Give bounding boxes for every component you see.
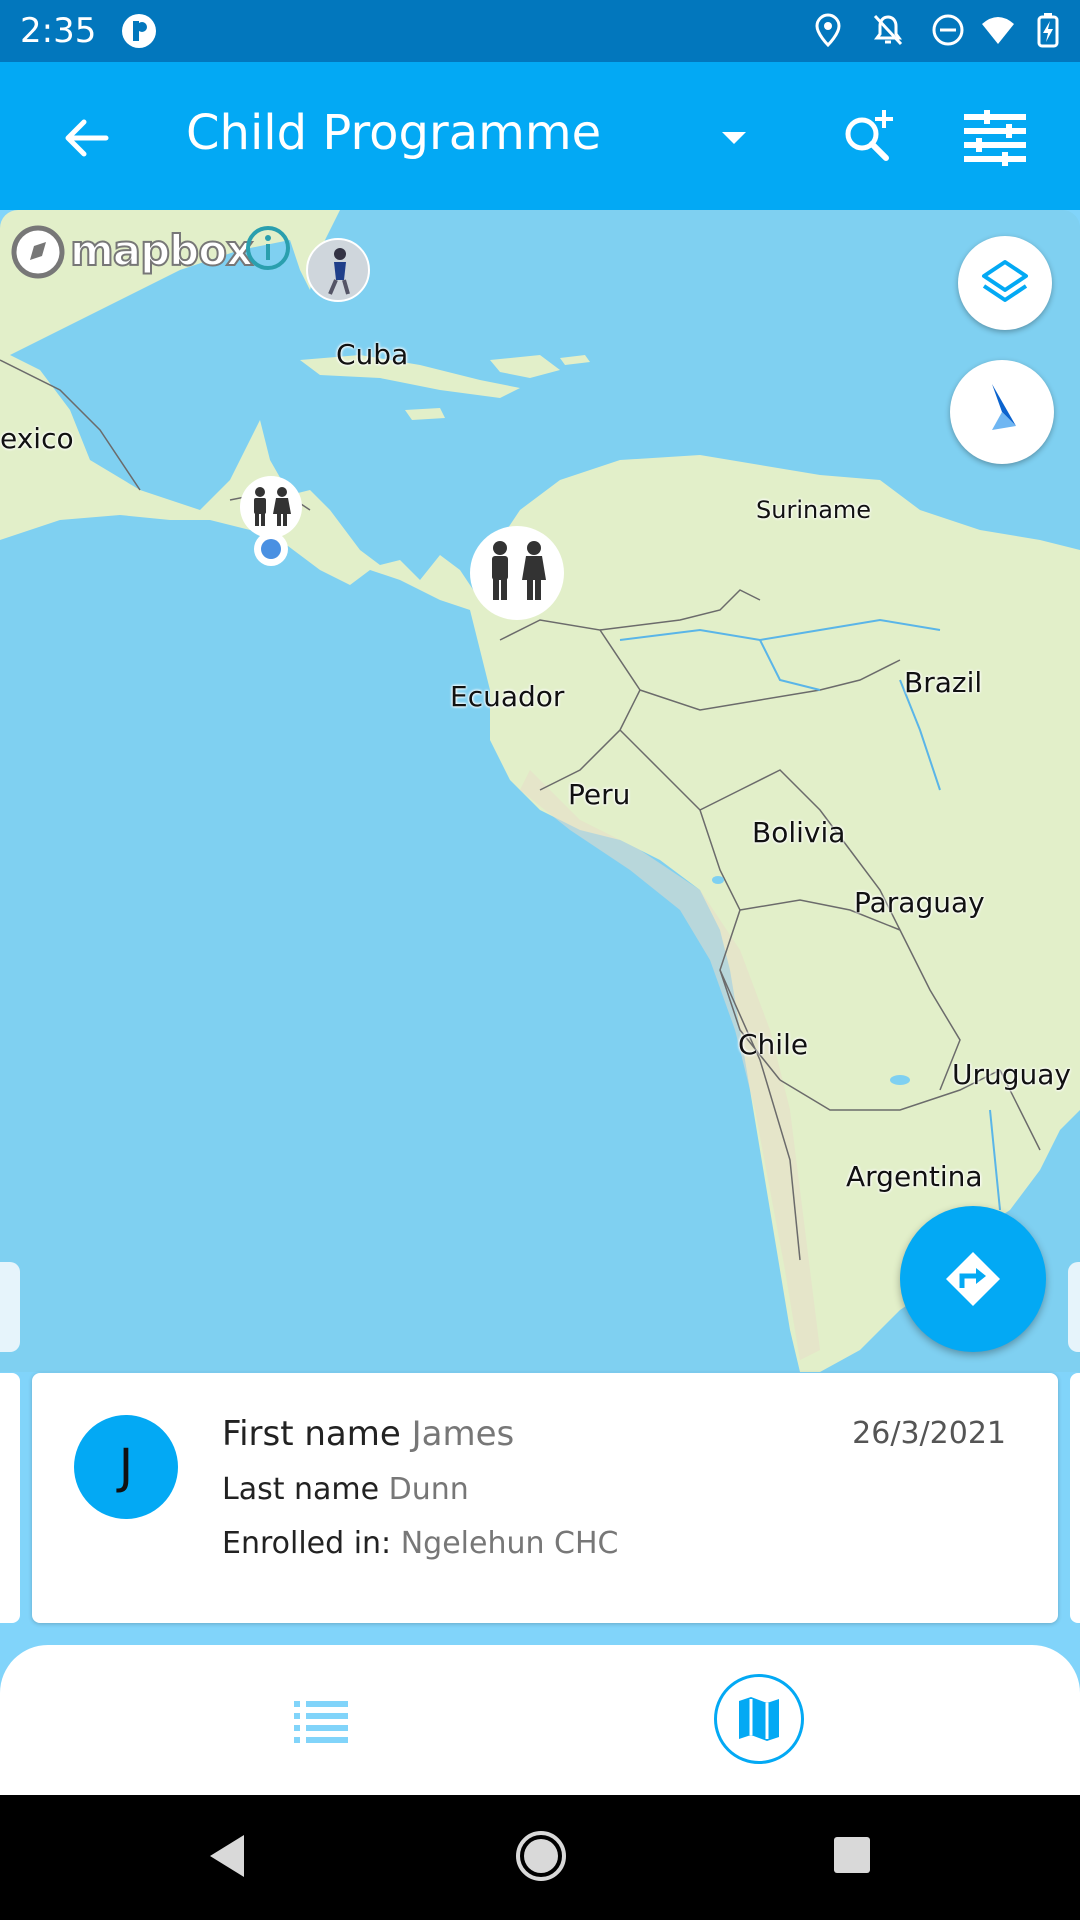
card-date: 26/3/2021 <box>852 1416 1006 1451</box>
person-photo-icon <box>328 248 350 295</box>
dropdown-arrow-icon[interactable] <box>718 122 750 154</box>
system-navigation-bar <box>0 1795 1080 1920</box>
do-not-disturb-icon <box>932 14 964 46</box>
battery-charging-icon <box>1037 13 1059 48</box>
map-view[interactable]: Cuba exico Suriname Brazil Ecuador Peru … <box>0 210 1080 1372</box>
system-recents-icon[interactable] <box>830 1833 874 1877</box>
map-view-tab[interactable] <box>714 1674 804 1764</box>
enrolled-value: Ngelehun CHC <box>400 1526 619 1561</box>
map-label-mexico: exico <box>0 422 74 455</box>
map-label-chile: Chile <box>738 1028 809 1061</box>
people-icon <box>254 487 291 526</box>
program-title[interactable]: Child Programme <box>186 104 601 162</box>
map-label-suriname: Suriname <box>756 496 872 524</box>
map-label-ecuador: Ecuador <box>450 680 565 713</box>
tei-marker-large[interactable] <box>470 526 564 620</box>
avatar: J <box>74 1415 178 1519</box>
app-notification-icon <box>122 14 156 48</box>
compass-icon <box>992 384 1016 430</box>
list-view-tab[interactable] <box>270 1675 370 1765</box>
first-name-label: First name <box>222 1414 401 1454</box>
map-label-paraguay: Paraguay <box>854 886 985 919</box>
people-icon <box>492 541 546 600</box>
bottom-navigation <box>0 1645 1080 1795</box>
tei-card[interactable]: J First name James Last name Dunn Enroll… <box>32 1373 1058 1623</box>
status-bar: 2:35 <box>0 0 1080 62</box>
directions-icon <box>946 1252 1000 1306</box>
compass-button[interactable] <box>950 360 1054 464</box>
system-back-icon[interactable] <box>202 1831 252 1881</box>
last-name-row: Last name Dunn <box>222 1471 469 1509</box>
notifications-off-icon <box>873 14 903 46</box>
lake-marker <box>890 1075 910 1085</box>
enrolled-label: Enrolled in: <box>222 1526 392 1561</box>
map-label-peru: Peru <box>568 778 631 811</box>
navigate-button[interactable] <box>900 1206 1046 1352</box>
map-label-brazil: Brazil <box>904 666 983 699</box>
map-layers-button[interactable] <box>958 236 1052 330</box>
search-add-icon[interactable] <box>836 104 902 170</box>
last-name-value: Dunn <box>388 1472 469 1507</box>
system-home-icon[interactable] <box>514 1829 568 1883</box>
status-time: 2:35 <box>20 11 97 51</box>
wifi-icon <box>982 17 1014 44</box>
tei-marker[interactable] <box>240 476 302 538</box>
previous-card[interactable] <box>0 1373 20 1623</box>
first-name-row: First name James <box>222 1415 514 1453</box>
map-label-argentina: Argentina <box>846 1160 983 1193</box>
map-icon <box>739 1697 779 1741</box>
location-icon <box>815 13 841 48</box>
next-card[interactable] <box>1070 1373 1080 1623</box>
mapbox-logo-icon <box>11 225 65 279</box>
next-card-peek-top[interactable] <box>1068 1262 1080 1352</box>
jamaica-land <box>405 408 445 420</box>
previous-card-peek[interactable] <box>0 1262 20 1352</box>
filter-icon[interactable] <box>962 108 1028 168</box>
last-name-label: Last name <box>222 1472 380 1507</box>
list-icon <box>294 1701 348 1743</box>
back-arrow-icon[interactable] <box>58 110 114 166</box>
map-label-cuba: Cuba <box>336 338 409 371</box>
person-photo-marker[interactable] <box>306 238 370 302</box>
lake-titicaca <box>712 876 724 884</box>
toolbar: Child Programme <box>0 62 1080 210</box>
user-location-marker <box>254 532 288 566</box>
info-icon[interactable] <box>244 224 292 272</box>
mapbox-wordmark: mapbox <box>69 225 254 276</box>
map-label-bolivia: Bolivia <box>752 816 846 849</box>
layers-icon <box>982 260 1028 302</box>
enrolled-row: Enrolled in: Ngelehun CHC <box>222 1525 618 1563</box>
map-label-uruguay: Uruguay <box>952 1058 1071 1091</box>
map-canvas[interactable] <box>0 210 1080 1372</box>
first-name-value: James <box>411 1414 515 1454</box>
